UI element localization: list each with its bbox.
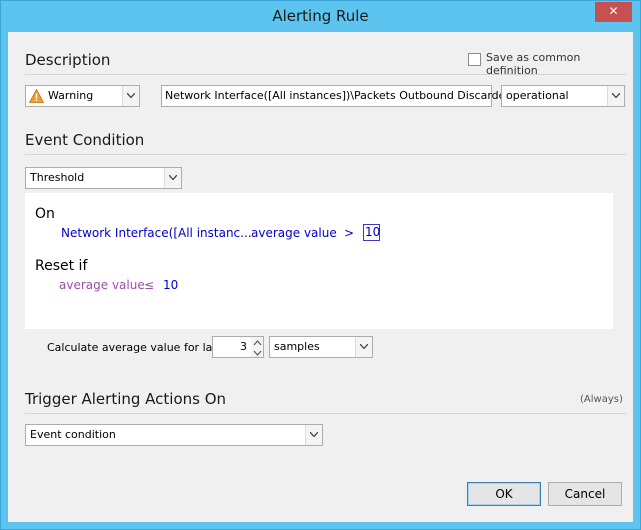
title-bar: Alerting Rule ✕ <box>1 1 640 32</box>
condition-type-value: Threshold <box>30 171 85 184</box>
spinner-arrows-icon <box>253 340 262 356</box>
chevron-down-icon[interactable] <box>305 425 322 445</box>
samples-count-value: 3 <box>240 340 247 353</box>
counter-link[interactable]: Network Interface([All instanc... <box>61 226 252 240</box>
threshold-input[interactable]: 10 <box>363 224 380 241</box>
close-icon: ✕ <box>608 4 619 18</box>
aggregate-link[interactable]: average value <box>251 226 337 240</box>
warning-icon <box>28 88 45 106</box>
state-select[interactable]: operational <box>501 85 625 107</box>
on-label: On <box>35 206 55 222</box>
condition-type-select[interactable]: Threshold <box>25 167 182 189</box>
chevron-down-icon[interactable] <box>122 86 139 106</box>
alerting-rule-window: Alerting Rule ✕ Description Save as comm… <box>0 0 641 530</box>
samples-spinner[interactable] <box>251 336 264 358</box>
close-button[interactable]: ✕ <box>595 2 632 22</box>
counter-path-field[interactable]: Network Interface([All instances])\Packe… <box>161 85 512 107</box>
reset-aggregate-link[interactable]: average value <box>59 278 145 292</box>
reset-if-label: Reset if <box>35 258 88 274</box>
severity-select[interactable]: Warning <box>25 85 140 107</box>
reset-operator-link[interactable]: ≤ <box>144 278 154 292</box>
chevron-down-icon[interactable] <box>355 337 372 357</box>
trigger-divider <box>25 413 626 414</box>
samples-count-field[interactable]: 3 <box>212 336 252 358</box>
description-heading: Description <box>25 51 111 69</box>
ok-button[interactable]: OK <box>467 482 541 506</box>
calc-average-label: Calculate average value for last <box>47 341 223 354</box>
reset-value-link[interactable]: 10 <box>163 278 178 292</box>
chevron-down-icon[interactable] <box>164 168 181 188</box>
chevron-down-icon[interactable] <box>607 86 624 106</box>
trigger-select[interactable]: Event condition <box>25 424 323 446</box>
state-value: operational <box>506 89 569 102</box>
event-condition-heading: Event Condition <box>25 131 145 149</box>
operator-link[interactable]: > <box>344 226 354 240</box>
trigger-note: (Always) <box>580 394 623 405</box>
samples-unit-value: samples <box>274 340 320 353</box>
samples-unit-select[interactable]: samples <box>269 336 373 358</box>
description-divider <box>25 74 626 75</box>
dialog-body: Description Save as common definition Wa… <box>8 32 633 522</box>
cancel-button[interactable]: Cancel <box>548 482 622 506</box>
window-title: Alerting Rule <box>272 7 369 25</box>
trigger-value: Event condition <box>30 428 116 441</box>
event-condition-divider <box>25 154 626 155</box>
save-common-checkbox[interactable] <box>468 53 481 66</box>
severity-value: Warning <box>48 89 94 102</box>
counter-path-value: Network Interface([All instances])\Packe… <box>165 89 513 102</box>
condition-editor-panel: On Network Interface([All instanc... ave… <box>25 193 613 329</box>
trigger-heading: Trigger Alerting Actions On <box>25 390 227 408</box>
